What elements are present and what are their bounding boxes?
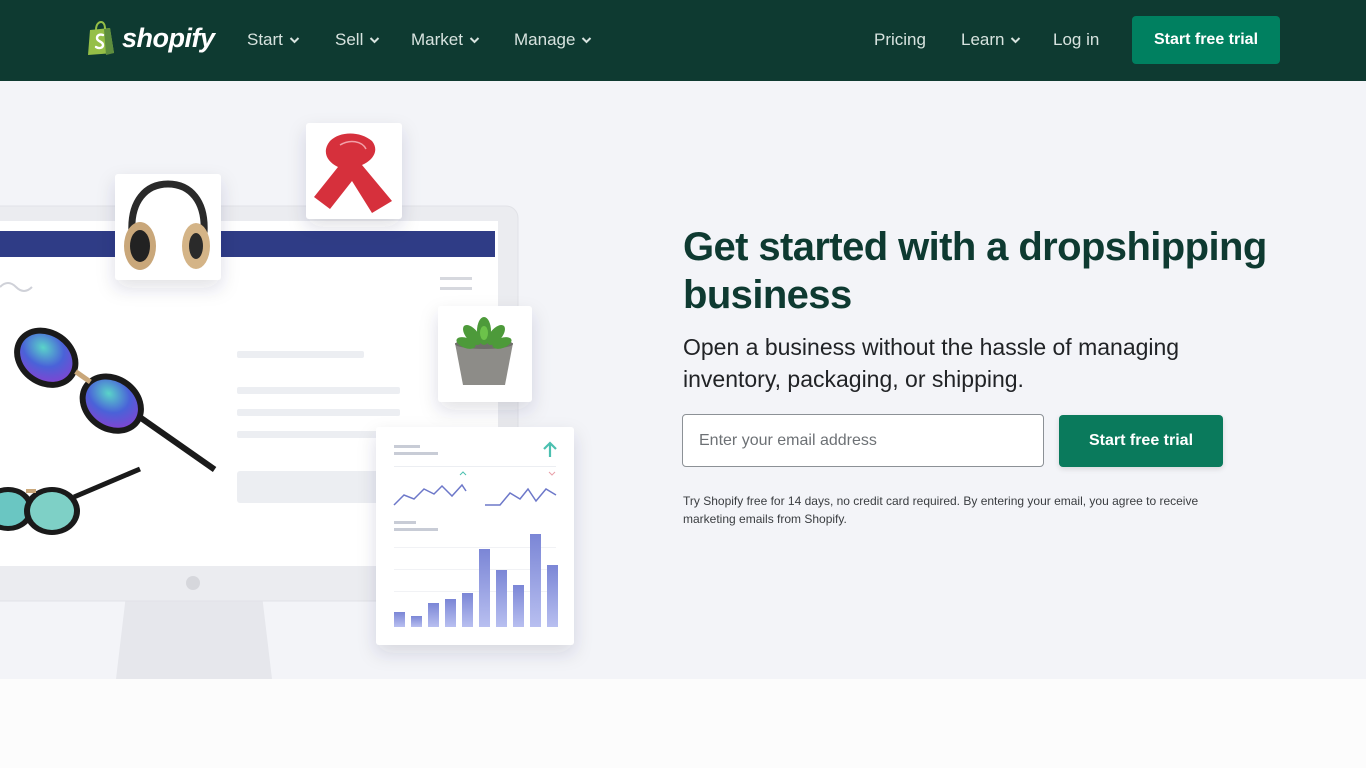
brand-wordmark: shopify <box>122 22 215 53</box>
nav-pricing[interactable]: Pricing <box>874 29 926 51</box>
dropshipping-illustration <box>0 123 574 679</box>
chevron-down-icon <box>582 37 592 44</box>
hero-headline: Get started with a dropshipping business <box>683 225 1267 317</box>
chevron-down-icon <box>289 37 300 44</box>
nav-sell-label: Sell <box>335 30 364 49</box>
header-start-free-trial-button[interactable]: Start free trial <box>1132 16 1280 64</box>
hero-section: Get started with a dropshipping business… <box>0 81 1366 679</box>
nav-market[interactable]: Market <box>411 29 480 51</box>
nav-manage-label: Manage <box>514 30 576 49</box>
nav-start[interactable]: Start <box>247 29 300 51</box>
shopify-bag-icon <box>88 21 114 55</box>
below-fold-section <box>0 679 1366 768</box>
nav-market-label: Market <box>411 30 463 49</box>
nav-learn-label: Learn <box>961 30 1005 49</box>
site-header: shopify Start Sell Market Manage Pricing… <box>0 0 1366 81</box>
chevron-down-icon <box>469 37 480 44</box>
email-input[interactable] <box>682 414 1044 467</box>
chevron-down-icon <box>1011 37 1021 44</box>
nav-pricing-label: Pricing <box>874 30 926 49</box>
hero-subheading: Open a business without the hassle of ma… <box>683 334 1180 392</box>
shopify-logo[interactable]: shopify <box>86 21 215 55</box>
hero-start-free-trial-button[interactable]: Start free trial <box>1059 415 1223 467</box>
trial-disclaimer: Try Shopify free for 14 days, no credit … <box>683 494 1199 526</box>
nav-login[interactable]: Log in <box>1053 29 1099 51</box>
chevron-down-icon <box>370 37 380 44</box>
nav-start-label: Start <box>247 30 283 49</box>
nav-sell[interactable]: Sell <box>335 29 380 51</box>
nav-learn[interactable]: Learn <box>961 29 1021 51</box>
nav-login-label: Log in <box>1053 30 1100 49</box>
nav-manage[interactable]: Manage <box>514 29 592 51</box>
